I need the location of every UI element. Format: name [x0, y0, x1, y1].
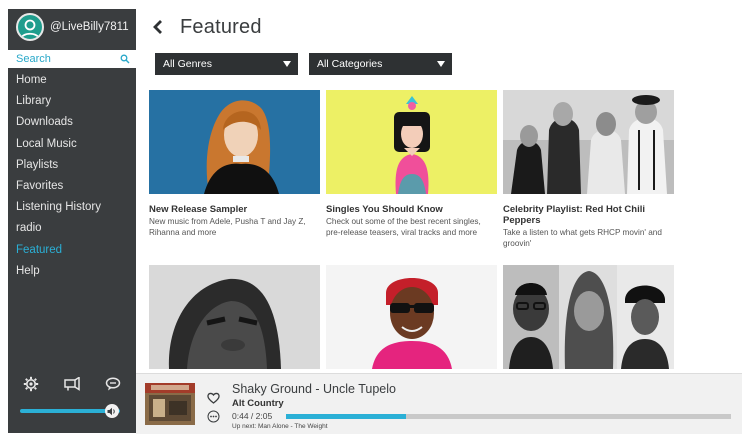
chat-icon[interactable] — [104, 375, 122, 393]
sidebar-item-featured[interactable]: Featured — [8, 240, 136, 261]
search-icon[interactable] — [120, 54, 130, 64]
card-title[interactable]: New Release Sampler — [149, 204, 320, 215]
search-box[interactable] — [8, 50, 136, 68]
user-icon — [20, 19, 40, 39]
heart-icon[interactable] — [207, 391, 220, 409]
now-playing-bar: Shaky Ground - Uncle Tupelo Alt Country … — [136, 373, 742, 434]
sidebar-item-library[interactable]: Library — [8, 91, 136, 112]
sidebar-item-downloads[interactable]: Downloads — [8, 112, 136, 133]
genres-dropdown-label: All Genres — [163, 58, 213, 70]
card-description: Check out some of the best recent single… — [326, 217, 481, 237]
profile[interactable]: @LiveBilly7811 — [8, 9, 136, 45]
categories-dropdown-label: All Categories — [317, 58, 383, 70]
caret-down-icon — [283, 61, 291, 67]
avatar[interactable] — [16, 13, 44, 41]
progress-fill — [286, 414, 407, 419]
sidebar-nav: Home Library Downloads Local Music Playl… — [8, 70, 136, 282]
featured-card[interactable]: Celebrity Playlist: Red Hot Chili Pepper… — [503, 90, 674, 249]
filter-bar: All Genres All Categories — [155, 53, 452, 75]
featured-card[interactable]: New Release Sampler New music from Adele… — [149, 90, 320, 238]
track-time: 0:44 / 2:05 — [232, 411, 273, 421]
app-window: @LiveBilly7811 Home Library Downloads Lo… — [0, 0, 742, 434]
sidebar-item-listening-history[interactable]: Listening History — [8, 197, 136, 218]
track-title: Shaky Ground - Uncle Tupelo — [232, 382, 396, 396]
genres-dropdown[interactable]: All Genres — [155, 53, 298, 75]
featured-card[interactable] — [503, 265, 674, 379]
page-title: Featured — [180, 15, 262, 38]
speaker-icon[interactable] — [63, 375, 81, 393]
card-image[interactable] — [326, 90, 497, 194]
card-description: New music from Adele, Pusha T and Jay Z,… — [149, 217, 306, 237]
card-image[interactable] — [326, 265, 497, 369]
card-image[interactable] — [149, 90, 320, 194]
card-image[interactable] — [503, 265, 674, 369]
sidebar: @LiveBilly7811 Home Library Downloads Lo… — [8, 9, 136, 433]
caret-down-icon — [437, 61, 445, 67]
featured-card[interactable] — [326, 265, 497, 379]
progress-bar[interactable] — [286, 414, 731, 419]
volume-knob[interactable] — [105, 404, 119, 418]
card-image[interactable] — [149, 265, 320, 369]
main-content: Featured All Genres All Categories New R… — [136, 9, 742, 373]
sidebar-item-help[interactable]: Help — [8, 261, 136, 282]
sidebar-controls — [8, 373, 136, 433]
track-genre: Alt Country — [232, 398, 284, 409]
card-title[interactable]: Celebrity Playlist: Red Hot Chili Pepper… — [503, 204, 674, 226]
up-next: Up next: Man Alone - The Weight — [232, 423, 328, 430]
gear-icon[interactable] — [22, 375, 40, 393]
volume-icon — [107, 407, 115, 415]
card-image[interactable] — [503, 90, 674, 194]
username: @LiveBilly7811 — [50, 21, 129, 33]
sidebar-item-local-music[interactable]: Local Music — [8, 134, 136, 155]
featured-card[interactable] — [149, 265, 320, 379]
search-input[interactable] — [16, 53, 112, 65]
featured-card[interactable]: Singles You Should Know Check out some o… — [326, 90, 497, 238]
card-description: Take a listen to what gets RHCP movin' a… — [503, 228, 662, 248]
page-header: Featured — [136, 9, 742, 45]
sidebar-item-home[interactable]: Home — [8, 70, 136, 91]
sidebar-item-favorites[interactable]: Favorites — [8, 176, 136, 197]
album-art[interactable] — [145, 383, 195, 425]
back-button[interactable] — [152, 18, 166, 36]
sidebar-item-radio[interactable]: radio — [8, 218, 136, 239]
categories-dropdown[interactable]: All Categories — [309, 53, 452, 75]
volume-slider[interactable] — [20, 403, 126, 418]
sidebar-item-playlists[interactable]: Playlists — [8, 155, 136, 176]
card-title[interactable]: Singles You Should Know — [326, 204, 497, 215]
more-options-icon[interactable] — [207, 410, 220, 428]
chevron-left-icon — [153, 20, 162, 34]
